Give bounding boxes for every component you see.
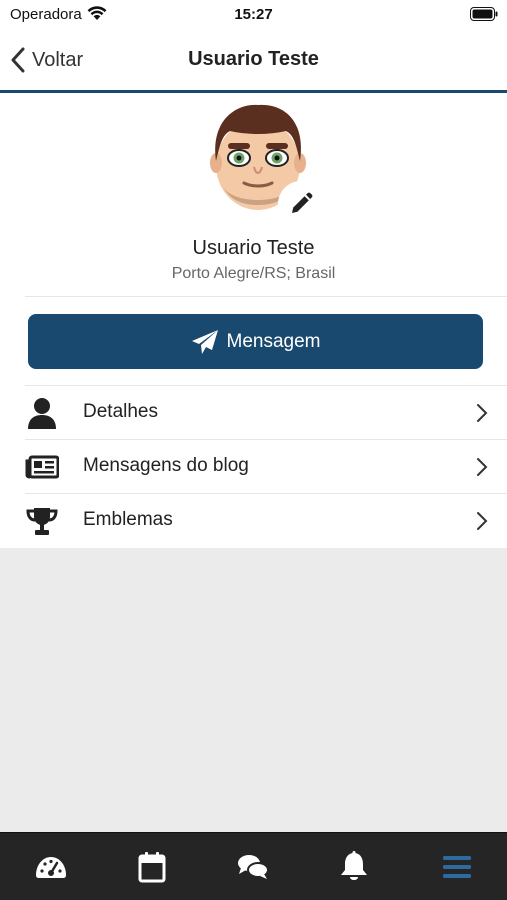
- header: Operadora 15:27 Voltar Usuario Teste: [0, 0, 507, 93]
- battery-icon: [470, 7, 498, 21]
- send-message-button[interactable]: Mensagem: [28, 314, 483, 369]
- status-bar: Operadora 15:27: [0, 0, 507, 28]
- tab-chat[interactable]: [202, 833, 303, 900]
- tab-bar: [0, 832, 507, 900]
- dashboard-icon: [35, 857, 66, 878]
- clock: 15:27: [234, 6, 273, 23]
- menu-item-label: Mensagens do blog: [83, 455, 249, 476]
- menu-item-label: Detalhes: [83, 401, 158, 422]
- menu-item-emblemas[interactable]: Emblemas: [0, 494, 507, 547]
- tab-menu[interactable]: [406, 833, 507, 900]
- trophy-icon: [26, 508, 58, 535]
- menu-icon: [442, 856, 471, 878]
- tab-dashboard[interactable]: [0, 833, 101, 900]
- pencil-icon: [292, 192, 313, 213]
- paper-plane-icon: [191, 329, 218, 354]
- bell-icon: [340, 851, 367, 880]
- user-icon: [28, 398, 56, 429]
- tab-notifications[interactable]: [303, 833, 404, 900]
- send-message-label: Mensagem: [226, 330, 321, 352]
- menu-item-label: Emblemas: [83, 509, 173, 530]
- newspaper-icon: [25, 455, 59, 479]
- menu-item-detalhes[interactable]: Detalhes: [0, 386, 507, 439]
- calendar-icon: [138, 852, 165, 883]
- tab-calendar[interactable]: [101, 833, 202, 900]
- profile-location: Porto Alegre/RS; Brasil: [171, 265, 336, 282]
- menu-item-mensagens-do-blog[interactable]: Mensagens do blog: [0, 440, 507, 493]
- chat-icon: [237, 855, 269, 879]
- profile-panel: Usuario Teste Porto Alegre/RS; Brasil Me…: [0, 93, 507, 548]
- chevron-right-icon: [477, 512, 488, 530]
- divider: [25, 296, 507, 297]
- profile-name: Usuario Teste: [192, 237, 315, 259]
- page-title: Usuario Teste: [188, 48, 319, 70]
- chevron-right-icon: [477, 404, 488, 422]
- edit-avatar-button[interactable]: [278, 181, 324, 227]
- chevron-right-icon: [477, 458, 488, 476]
- navigation-bar: Voltar Usuario Teste: [0, 38, 507, 82]
